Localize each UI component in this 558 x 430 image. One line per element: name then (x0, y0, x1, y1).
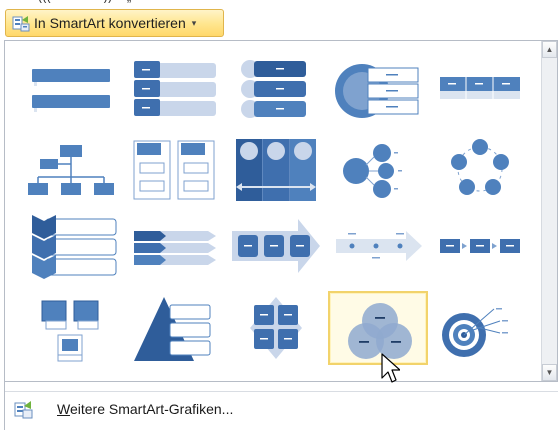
cycle-icon (451, 139, 509, 195)
scroll-down-button[interactable]: ▼ (542, 364, 557, 381)
layout-horizontal-bullet-list[interactable] (124, 51, 224, 125)
venn-diagram-icon (348, 303, 412, 359)
more-smartart-graphics-label: Weitere SmartArt-Grafiken... (57, 401, 234, 417)
matrix-icon (250, 297, 302, 359)
convert-to-smartart-button[interactable]: In SmartArt konvertieren ▾ (5, 9, 224, 37)
vertical-circle-list-icon (236, 139, 316, 201)
stacked-list-icon (32, 69, 110, 112)
layout-stacked-list[interactable] (22, 51, 122, 125)
stacked-rounded-list-icon (241, 60, 306, 118)
layout-hub-and-spoke[interactable] (328, 131, 428, 205)
horizontal-bullet-list-icon (134, 61, 216, 116)
layout-table-list[interactable] (430, 51, 530, 125)
vertical-box-list-icon (133, 140, 215, 200)
smartart-icon (12, 16, 30, 32)
layout-radial-table-list[interactable] (328, 51, 428, 125)
smartart-icon (14, 401, 33, 419)
layout-stacked-rounded-list[interactable] (226, 51, 326, 125)
layout-vertical-box-list[interactable] (124, 131, 224, 205)
layout-matrix[interactable] (226, 291, 326, 365)
vertical-chevron-list-icon (134, 231, 216, 265)
convert-to-smartart-label: In SmartArt konvertieren (34, 15, 186, 31)
gallery-scrollbar[interactable]: ▲ ▼ (541, 41, 557, 381)
layout-vertical-chevron-list[interactable] (124, 209, 224, 283)
layout-venn-diagram[interactable] (328, 291, 428, 365)
target-icon (442, 308, 508, 357)
basic-process-icon (440, 239, 520, 253)
layout-timeline-arrow[interactable] (328, 209, 428, 283)
more-smartart-graphics-button[interactable]: Weitere SmartArt-Grafiken... (13, 396, 233, 422)
chevron-down-icon: ▾ (191, 17, 197, 28)
timeline-arrow-icon (336, 231, 422, 261)
pyramid-list-icon (134, 297, 211, 361)
layout-organization-chart[interactable] (22, 131, 122, 205)
footer-divider (5, 391, 558, 392)
layout-vertical-circle-list[interactable] (226, 131, 326, 205)
organization-chart-icon (28, 145, 114, 195)
layout-pyramid-list[interactable] (124, 291, 224, 365)
hub-and-spoke-icon (343, 144, 402, 198)
layout-bending-picture[interactable] (22, 291, 122, 365)
layout-basic-process[interactable] (430, 209, 530, 283)
layout-cycle[interactable] (430, 131, 530, 205)
top-partial-text: ((( ~ ~~ ~~ )) ~ „ ~ ~ ~ (38, 0, 508, 3)
layout-chevron-list[interactable] (22, 209, 122, 283)
layout-target[interactable] (430, 291, 530, 365)
layout-arrow-process[interactable] (226, 209, 326, 283)
smartart-gallery: ▲ ▼ (4, 40, 558, 382)
scroll-up-button[interactable]: ▲ (542, 41, 557, 58)
arrow-process-icon (232, 219, 320, 273)
radial-table-list-icon (335, 64, 419, 118)
chevron-list-icon (32, 215, 117, 279)
bending-picture-icon (41, 300, 99, 362)
table-list-icon (440, 77, 520, 99)
gallery-footer: Weitere SmartArt-Grafiken... (4, 382, 558, 430)
